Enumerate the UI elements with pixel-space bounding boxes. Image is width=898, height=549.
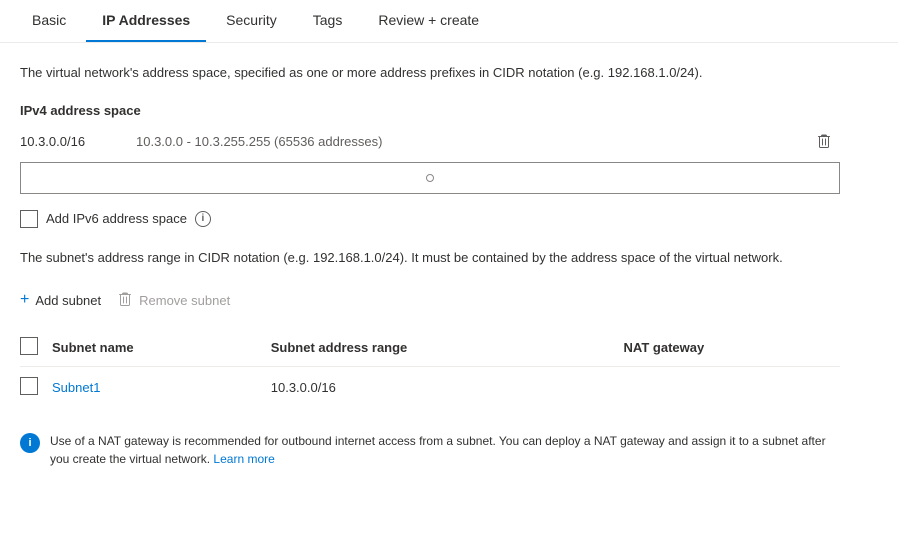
table-header-checkbox[interactable] [20,337,38,355]
tab-ip-addresses[interactable]: IP Addresses [86,0,206,42]
plus-icon: + [20,291,29,309]
info-banner: i Use of a NAT gateway is recommended fo… [20,424,840,476]
ipv6-checkbox[interactable] [20,210,38,228]
ipv6-checkbox-label: Add IPv6 address space [46,211,187,226]
tab-review-create[interactable]: Review + create [362,0,495,42]
ipv6-checkbox-row: Add IPv6 address space i [20,210,840,228]
trash-icon [816,134,832,150]
remove-trash-icon [117,292,133,308]
th-checkbox [20,329,52,367]
address-row: 10.3.0.0/16 10.3.0.0 - 10.3.255.255 (655… [20,130,840,154]
address-input-container [20,162,840,194]
remove-subnet-label: Remove subnet [139,293,230,308]
subnet-nat-cell [624,367,840,409]
delete-address-button[interactable] [808,130,840,154]
tab-security[interactable]: Security [210,0,293,42]
subnet-description: The subnet's address range in CIDR notat… [20,248,840,268]
subnet-name-link[interactable]: Subnet1 [52,380,100,395]
ipv6-info-icon[interactable]: i [195,211,211,227]
tab-bar: Basic IP Addresses Security Tags Review … [0,0,898,43]
subnet-table: Subnet name Subnet address range NAT gat… [20,329,840,408]
th-nat-gateway: NAT gateway [624,329,840,367]
main-content: The virtual network's address space, spe… [0,43,860,496]
table-row: Subnet1 10.3.0.0/16 [20,367,840,409]
info-banner-learn-more-link[interactable]: Learn more [213,452,274,466]
info-banner-icon: i [20,433,40,453]
info-banner-content: Use of a NAT gateway is recommended for … [50,432,840,468]
address-cidr: 10.3.0.0/16 [20,134,120,149]
th-subnet-name: Subnet name [52,329,271,367]
tab-tags[interactable]: Tags [297,0,359,42]
input-circle-indicator [426,174,434,182]
info-banner-text: Use of a NAT gateway is recommended for … [50,434,826,466]
subnet-name-cell: Subnet1 [52,367,271,409]
remove-subnet-button[interactable]: Remove subnet [117,288,230,312]
add-subnet-button[interactable]: + Add subnet [20,287,101,313]
th-subnet-range: Subnet address range [271,329,624,367]
row-checkbox[interactable] [20,377,38,395]
row-checkbox-cell [20,367,52,409]
tab-basic[interactable]: Basic [16,0,82,42]
subnet-range-cell: 10.3.0.0/16 [271,367,624,409]
address-range: 10.3.0.0 - 10.3.255.255 (65536 addresses… [136,134,382,149]
add-subnet-label: Add subnet [35,293,101,308]
address-space-description: The virtual network's address space, spe… [20,63,840,83]
subnet-actions: + Add subnet Remove subnet [20,287,840,313]
ipv4-section-title: IPv4 address space [20,103,840,118]
